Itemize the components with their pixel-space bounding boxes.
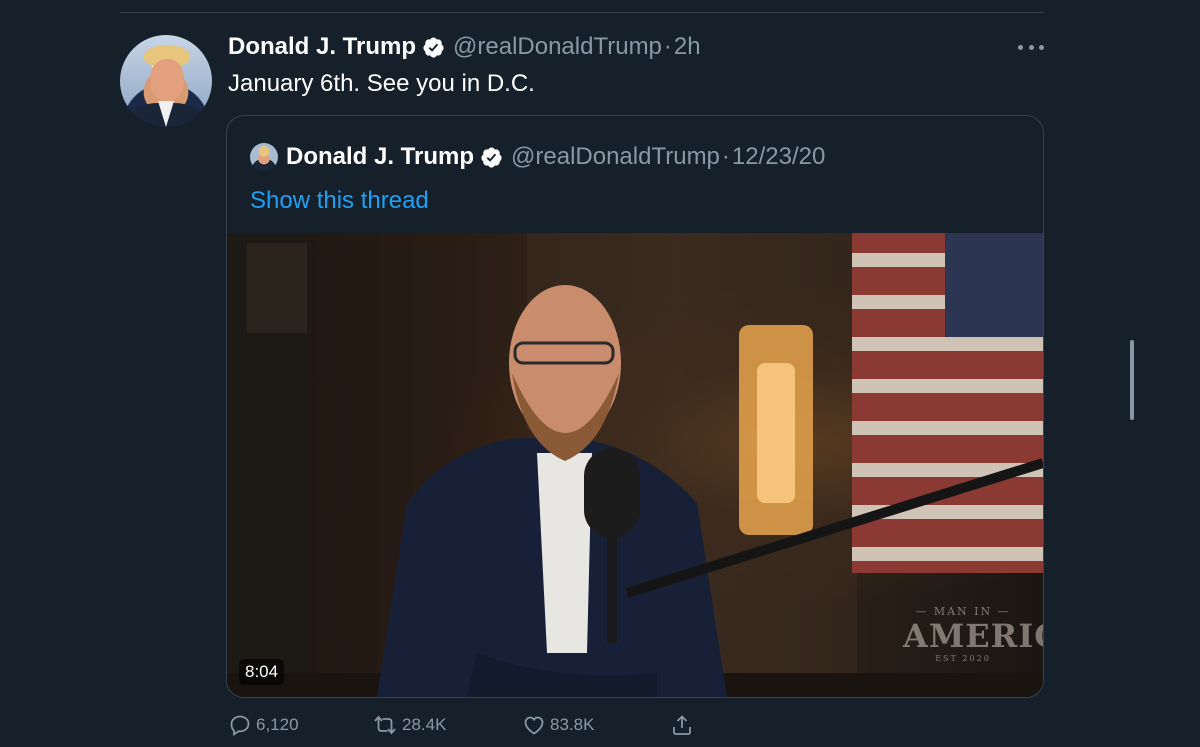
video-player[interactable]: — MAN IN — AMERICA EST 2020 8:04 bbox=[227, 233, 1043, 697]
more-dot bbox=[1018, 44, 1023, 50]
video-mic-stand bbox=[607, 533, 617, 643]
quoted-author-name: Donald J. Trump bbox=[286, 143, 475, 170]
reply-count: 6,120 bbox=[256, 715, 299, 734]
video-flag-stripe bbox=[852, 547, 1043, 561]
quoted-author-avatar bbox=[250, 143, 278, 171]
tweet-header: Donald J. Trump @realDonaldTrump · 2h bbox=[228, 32, 701, 62]
like-count: 83.8K bbox=[550, 715, 595, 734]
video-watermark: — MAN IN — AMERICA EST 2020 bbox=[903, 605, 1043, 663]
tweet-text: January 6th. See you in D.C. bbox=[228, 70, 535, 97]
quoted-tweet[interactable]: Donald J. Trump @realDonaldTrump · 12/23… bbox=[226, 115, 1044, 698]
heart-icon bbox=[524, 716, 544, 735]
more-dot bbox=[1028, 44, 1034, 50]
author-avatar[interactable] bbox=[120, 35, 212, 127]
video-duration: 8:04 bbox=[239, 659, 285, 685]
separator-dot: · bbox=[721, 143, 730, 170]
like-button[interactable]: 83.8K bbox=[522, 710, 594, 740]
video-flag-stripe bbox=[852, 337, 1043, 351]
quoted-author-handle: @realDonaldTrump bbox=[511, 143, 720, 170]
video-flag-canton bbox=[945, 233, 1043, 337]
verified-badge-icon bbox=[423, 36, 444, 58]
video-lamp-glow bbox=[757, 363, 795, 503]
author-name[interactable]: Donald J. Trump bbox=[228, 33, 416, 61]
tweet-time[interactable]: 2h bbox=[674, 33, 701, 61]
share-icon bbox=[673, 715, 691, 735]
retweet-icon bbox=[374, 715, 396, 735]
quoted-tweet-header: Donald J. Trump @realDonaldTrump · 12/23… bbox=[250, 142, 825, 172]
scrollbar-thumb[interactable] bbox=[1130, 340, 1134, 420]
reply-icon bbox=[230, 715, 250, 736]
quoted-tweet-date: 12/23/20 bbox=[731, 143, 826, 170]
retweet-count: 28.4K bbox=[402, 715, 447, 734]
tweet-page: Donald J. Trump @realDonaldTrump · 2h Ja… bbox=[0, 0, 1200, 747]
video-shelf-frame bbox=[247, 243, 307, 333]
tweet-actions: 6,120 28.4K 83.8K bbox=[228, 710, 1048, 740]
author-handle[interactable]: @realDonaldTrump bbox=[453, 33, 662, 61]
video-flag-stripe bbox=[852, 421, 1043, 435]
video-flag-stripe bbox=[852, 379, 1043, 393]
retweet-button[interactable]: 28.4K bbox=[372, 710, 446, 740]
divider bbox=[120, 12, 1044, 13]
verified-badge-icon bbox=[481, 146, 502, 168]
separator-dot: · bbox=[663, 33, 672, 60]
reply-button[interactable]: 6,120 bbox=[228, 710, 299, 740]
share-button[interactable] bbox=[670, 710, 698, 740]
more-dot bbox=[1039, 44, 1044, 50]
avatar-face bbox=[150, 59, 184, 101]
watermark-bottom: EST 2020 bbox=[935, 654, 991, 663]
watermark-main: AMERICA bbox=[903, 617, 1043, 655]
video-microphone bbox=[584, 448, 640, 538]
show-thread-link[interactable]: Show this thread bbox=[250, 187, 429, 215]
more-options-icon[interactable] bbox=[1018, 37, 1044, 57]
